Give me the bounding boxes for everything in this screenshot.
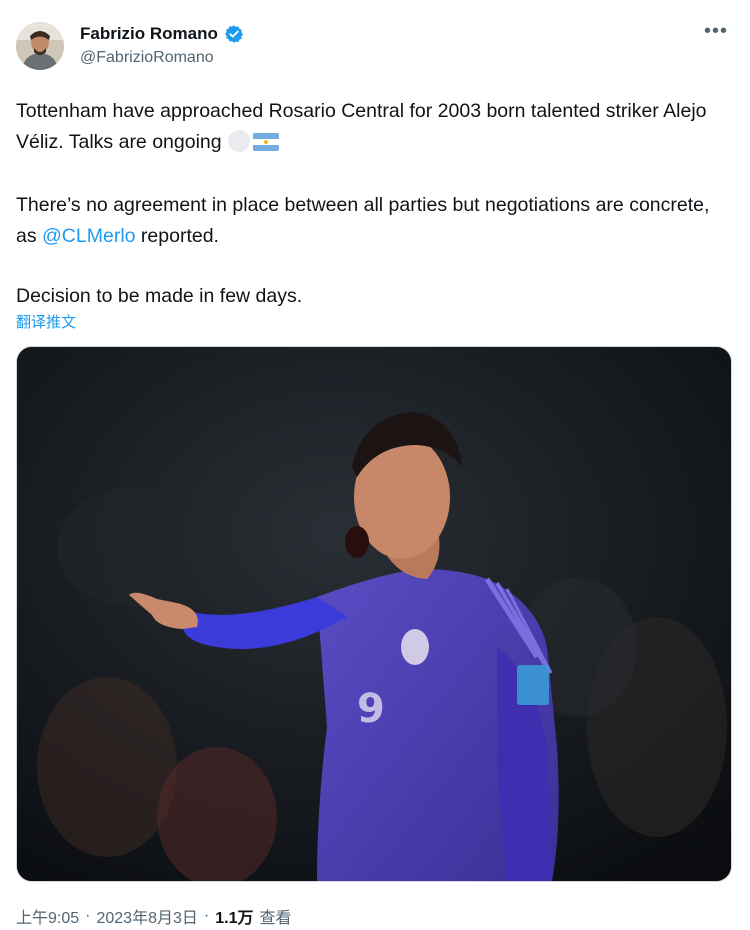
avatar[interactable] xyxy=(16,22,64,70)
argentina-flag-emoji-icon xyxy=(252,130,279,161)
meta-separator: · xyxy=(203,907,210,924)
tweet-time[interactable]: 上午9:05 xyxy=(16,904,79,928)
tweet-photo[interactable]: 9 xyxy=(16,346,732,882)
meta-separator: · xyxy=(85,907,91,924)
tweet-header: Fabrizio Romano @FabrizioRomano ••• xyxy=(0,0,750,90)
player-photo-image: 9 xyxy=(17,347,731,881)
tweet-date[interactable]: 2023年8月3日 xyxy=(96,904,197,928)
tweet-paragraph-3: Decision to be made in few days. xyxy=(16,285,303,307)
views-label[interactable]: 查看 xyxy=(259,904,291,928)
display-name[interactable]: Fabrizio Romano xyxy=(80,24,218,44)
views-count: 1.1万 xyxy=(215,910,254,927)
user-handle[interactable]: @FabrizioRomano xyxy=(80,49,214,67)
verified-badge-icon xyxy=(224,24,244,44)
mention-link[interactable]: @CLMerlo xyxy=(42,225,135,247)
profile-photo-icon xyxy=(16,22,64,70)
tweet-paragraph-2: There’s no agreement in place between al… xyxy=(16,194,710,247)
tweet-paragraph-1: Tottenham have approached Rosario Centra… xyxy=(16,96,726,161)
white-circle-emoji-icon xyxy=(227,130,250,152)
tweet-text: Tottenham have approached Rosario Centra… xyxy=(16,96,726,312)
translate-tweet-link[interactable]: 翻译推文 xyxy=(16,311,76,332)
more-options-icon[interactable]: ••• xyxy=(704,20,728,43)
svg-text:9: 9 xyxy=(357,686,385,732)
tweet-meta: 上午9:05 · 2023年8月3日 · 1.1万 查看 xyxy=(16,904,291,928)
